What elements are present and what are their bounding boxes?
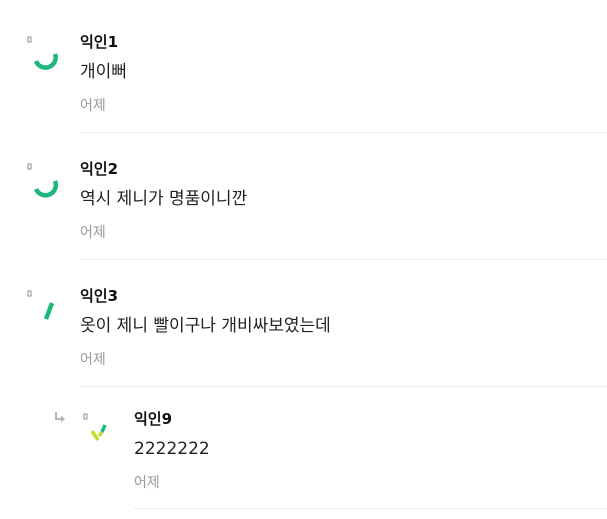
comment-author[interactable]: 익인3 [80,286,607,306]
comment-text: 역시 제니가 명품이니깐 [80,189,248,209]
comment-item: 익인2 역시 제니가 명품이니깐 어제 [0,155,607,260]
reply-author[interactable]: 익인9 [134,409,607,429]
avatar-icon [27,290,55,320]
avatar[interactable] [78,413,122,457]
avatar[interactable] [24,286,68,330]
comment-timestamp: 어제 [80,225,106,241]
comment-text: 개이뻐 [80,62,127,82]
reply-arrow-icon [55,412,65,423]
comment-body: 익인2 역시 제니가 명품이니깐 어제 [80,159,607,260]
comment-text: 옷이 제니 빨이구나 개비싸보였는데 [80,316,331,336]
comment-body: 익인1 개이뻐 어제 [80,32,607,133]
comment-author[interactable]: 익인1 [80,32,607,52]
comment-timestamp: 어제 [80,352,106,368]
comment-item: 익인3 옷이 제니 빨이구나 개비싸보였는데 어제 [0,282,607,387]
comment-item: 익인1 개이뻐 어제 [0,28,607,133]
avatar-icon [27,36,58,70]
avatar[interactable] [24,159,68,203]
reply-text: 2222222 [134,439,210,459]
avatar-icon [27,163,59,198]
comment-body: 익인3 옷이 제니 빨이구나 개비싸보였는데 어제 [80,286,607,387]
reply-timestamp: 어제 [134,475,160,491]
comment-author[interactable]: 익인2 [80,159,607,179]
reply-body: 익인9 2222222 어제 [134,409,607,509]
comment-timestamp: 어제 [80,98,106,114]
avatar-icon [83,413,107,441]
reply-item: 익인9 2222222 어제 [0,409,607,519]
avatar[interactable] [24,32,68,76]
